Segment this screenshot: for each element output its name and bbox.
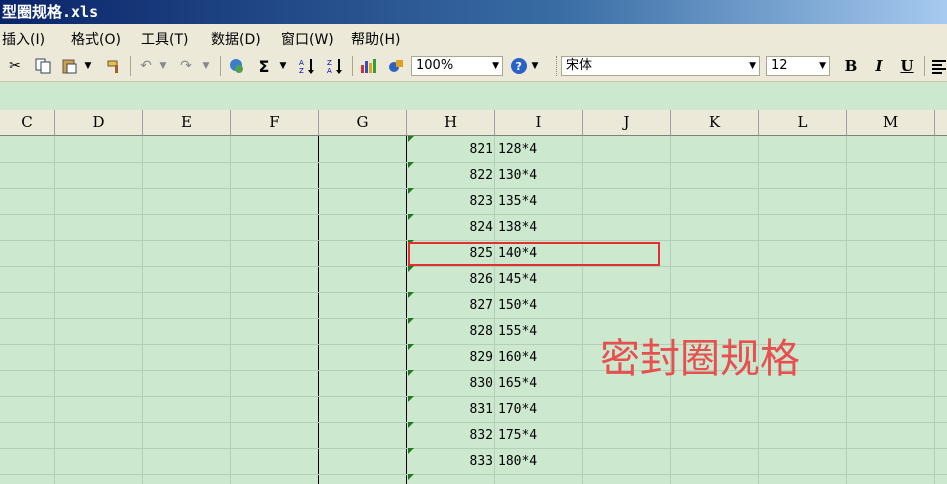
menu-data[interactable]: 数据(D) bbox=[211, 29, 261, 49]
column-header-g[interactable]: G bbox=[319, 110, 407, 136]
column-header-l[interactable]: L bbox=[759, 110, 847, 136]
column-header-h[interactable]: H bbox=[407, 110, 495, 136]
chevron-down-icon: ▼ bbox=[749, 61, 756, 71]
zoom-value: 100% bbox=[416, 58, 454, 73]
undo-icon[interactable]: ↶ bbox=[136, 56, 156, 76]
svg-text:Z: Z bbox=[299, 67, 304, 75]
menu-insert[interactable]: 插入(I) bbox=[2, 29, 45, 49]
annotation-text: 密封圈规格 bbox=[600, 336, 800, 382]
cell-h-821[interactable]: 821 bbox=[407, 136, 493, 162]
cell-h-827[interactable]: 827 bbox=[407, 292, 493, 318]
cell-i-822[interactable]: 130*4 bbox=[498, 162, 582, 188]
paste-icon[interactable] bbox=[59, 56, 79, 76]
window-title: 型圈规格.xls bbox=[0, 0, 947, 24]
menu-format[interactable]: 格式(O) bbox=[71, 29, 121, 49]
cell-h-828[interactable]: 828 bbox=[407, 318, 493, 344]
cell-i-829[interactable]: 160*4 bbox=[498, 344, 582, 370]
column-header-e[interactable]: E bbox=[143, 110, 231, 136]
underline-button[interactable]: U bbox=[897, 56, 917, 76]
error-indicator-icon bbox=[408, 474, 414, 480]
column-header-c[interactable]: C bbox=[0, 110, 55, 136]
column-header-d[interactable]: D bbox=[55, 110, 143, 136]
font-size-select[interactable]: 12 ▼ bbox=[766, 56, 830, 76]
font-size-value: 12 bbox=[771, 58, 788, 73]
font-name-value: 宋体 bbox=[566, 58, 593, 73]
cell-i-823[interactable]: 135*4 bbox=[498, 188, 582, 214]
cut-icon[interactable]: ✂ bbox=[5, 56, 25, 76]
drawing-icon[interactable] bbox=[386, 56, 406, 76]
redo-dropdown-icon[interactable]: ▼ bbox=[200, 56, 212, 76]
svg-text:?: ? bbox=[516, 60, 522, 73]
cell-h-826[interactable]: 826 bbox=[407, 266, 493, 292]
help-icon[interactable]: ? bbox=[509, 56, 529, 76]
copy-icon[interactable] bbox=[33, 56, 53, 76]
sort-ascending-icon[interactable]: AZ bbox=[297, 56, 317, 76]
column-header-i[interactable]: I bbox=[495, 110, 583, 136]
redo-icon[interactable]: ↷ bbox=[176, 56, 196, 76]
align-left-icon[interactable] bbox=[929, 56, 947, 76]
cell-i-832[interactable]: 175*4 bbox=[498, 422, 582, 448]
format-painter-icon[interactable] bbox=[104, 56, 124, 76]
cell-i-826[interactable]: 145*4 bbox=[498, 266, 582, 292]
svg-text:A: A bbox=[327, 67, 332, 75]
cell-i-831[interactable]: 170*4 bbox=[498, 396, 582, 422]
chevron-down-icon: ▼ bbox=[819, 61, 826, 71]
svg-text:Z: Z bbox=[327, 59, 332, 67]
cell-i-828[interactable]: 155*4 bbox=[498, 318, 582, 344]
standard-toolbar: ✂ ▼ ↶ ▼ ↷ ▼ Σ ▼ AZ ZA 100% ▼ ? ▼ 宋体 ▼ 12… bbox=[0, 51, 947, 131]
formula-bar[interactable] bbox=[0, 82, 947, 111]
cell-i-821[interactable]: 128*4 bbox=[498, 136, 582, 162]
cell-i-827[interactable]: 150*4 bbox=[498, 292, 582, 318]
autosum-dropdown-icon[interactable]: ▼ bbox=[277, 56, 289, 76]
chart-wizard-icon[interactable] bbox=[358, 56, 378, 76]
cell-h-822[interactable]: 822 bbox=[407, 162, 493, 188]
zoom-select[interactable]: 100% ▼ bbox=[411, 56, 503, 76]
cell-h-829[interactable]: 829 bbox=[407, 344, 493, 370]
chevron-down-icon: ▼ bbox=[492, 61, 499, 71]
italic-button[interactable]: I bbox=[869, 56, 889, 76]
cell-h-824[interactable]: 824 bbox=[407, 214, 493, 240]
menu-window[interactable]: 窗口(W) bbox=[281, 29, 334, 49]
undo-dropdown-icon[interactable]: ▼ bbox=[157, 56, 169, 76]
font-name-select[interactable]: 宋体 ▼ bbox=[561, 56, 760, 76]
cell-i-833[interactable]: 180*4 bbox=[498, 448, 582, 474]
hyperlink-icon[interactable] bbox=[227, 56, 247, 76]
paste-dropdown-icon[interactable]: ▼ bbox=[82, 56, 94, 76]
column-header-f[interactable]: F bbox=[231, 110, 319, 136]
bold-button[interactable]: B bbox=[841, 56, 861, 76]
highlight-box bbox=[408, 242, 660, 266]
menu-bar: 插入(I) 格式(O) 工具(T) 数据(D) 窗口(W) 帮助(H) bbox=[0, 24, 947, 51]
sort-descending-icon[interactable]: ZA bbox=[325, 56, 345, 76]
cell-i-824[interactable]: 138*4 bbox=[498, 214, 582, 240]
cell-h-831[interactable]: 831 bbox=[407, 396, 493, 422]
cell-h-832[interactable]: 832 bbox=[407, 422, 493, 448]
cell-i-830[interactable]: 165*4 bbox=[498, 370, 582, 396]
cell-h-833[interactable]: 833 bbox=[407, 448, 493, 474]
menu-tools[interactable]: 工具(T) bbox=[141, 29, 188, 49]
column-header-m[interactable]: M bbox=[847, 110, 935, 136]
cell-grid[interactable]: 821 128*4 822 130*4 823 135*4 824 138*4 … bbox=[0, 136, 947, 484]
column-header-k[interactable]: K bbox=[671, 110, 759, 136]
column-header-n[interactable] bbox=[935, 110, 947, 136]
cell-h-830[interactable]: 830 bbox=[407, 370, 493, 396]
menu-help[interactable]: 帮助(H) bbox=[351, 29, 400, 49]
svg-text:A: A bbox=[299, 59, 304, 67]
help-dropdown-icon[interactable]: ▼ bbox=[530, 56, 540, 76]
autosum-icon[interactable]: Σ bbox=[254, 56, 274, 76]
column-header-j[interactable]: J bbox=[583, 110, 671, 136]
cell-h-823[interactable]: 823 bbox=[407, 188, 493, 214]
